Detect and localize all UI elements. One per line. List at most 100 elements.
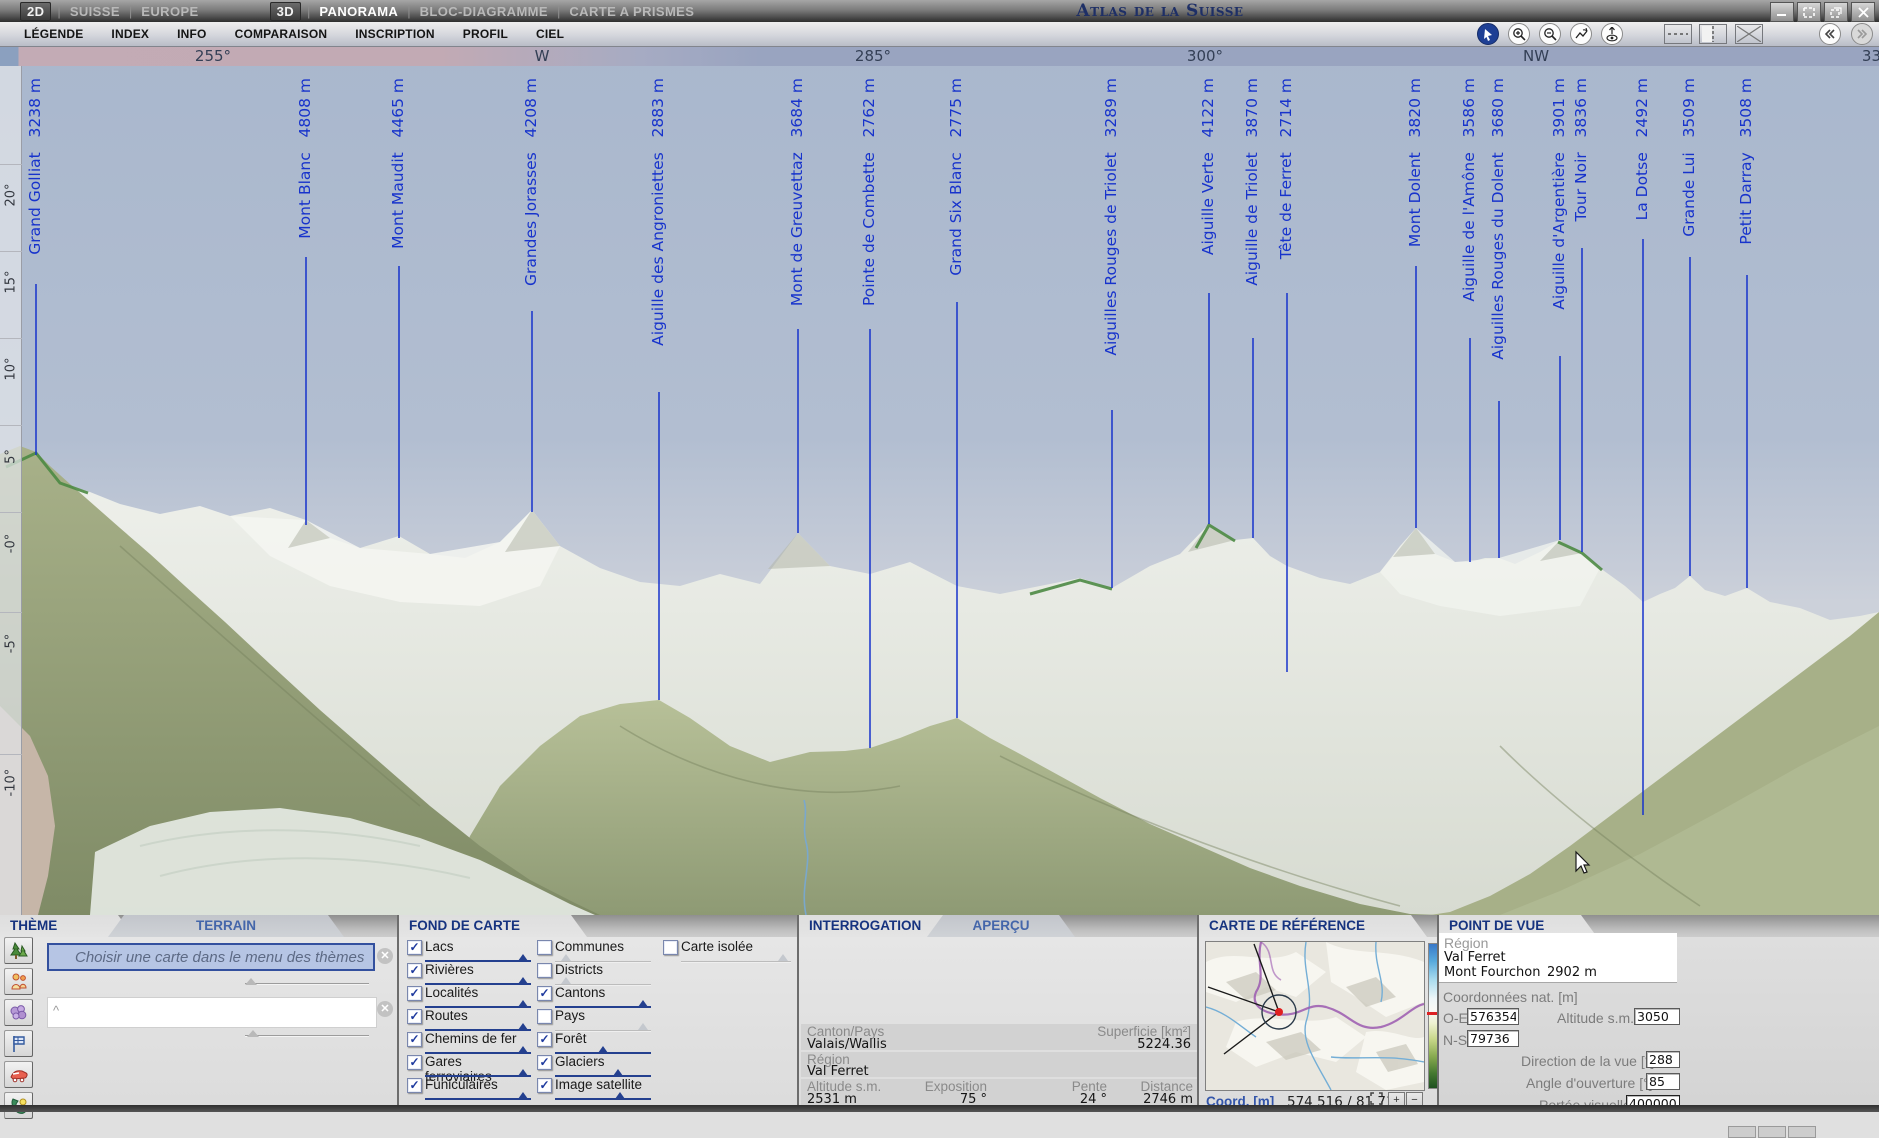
vp-ns-input[interactable] <box>1467 1030 1519 1047</box>
layer-opacity-slider[interactable] <box>555 1000 651 1008</box>
vp-oe-input[interactable] <box>1467 1008 1519 1025</box>
layer-opacity-slider[interactable] <box>425 1000 531 1008</box>
slider-handle[interactable] <box>518 954 528 961</box>
slider-handle[interactable] <box>778 954 788 961</box>
slider-handle[interactable] <box>518 1023 528 1030</box>
vp-alt-input[interactable] <box>1634 1008 1680 1025</box>
vp-angle-input[interactable] <box>1646 1073 1680 1090</box>
layer-opacity-slider[interactable] <box>555 1046 651 1054</box>
checkbox-image-satellite[interactable]: ✓ <box>537 1078 552 1093</box>
layer-opacity-slider[interactable] <box>425 1092 531 1100</box>
theme-slider-1[interactable] <box>245 979 369 987</box>
checkbox-communes[interactable] <box>537 940 552 955</box>
checkbox-rivieres[interactable]: ✓ <box>407 963 422 978</box>
slider-handle[interactable] <box>245 978 257 985</box>
slider-handle[interactable] <box>561 954 571 961</box>
slider-handle[interactable] <box>518 1069 528 1076</box>
layer-opacity-slider[interactable] <box>425 1069 531 1077</box>
layer-opacity-slider[interactable] <box>555 1023 651 1031</box>
layer-opacity-slider[interactable] <box>555 1092 651 1100</box>
tab-basemap[interactable]: FOND DE CARTE <box>399 915 587 937</box>
clear-theme-button[interactable]: ✕ <box>377 948 393 964</box>
layer-opacity-slider[interactable] <box>555 977 651 985</box>
history-forward-button[interactable] <box>1851 23 1873 45</box>
history-back-button[interactable] <box>1819 23 1841 45</box>
slider-handle[interactable] <box>518 977 528 984</box>
maximize-button[interactable] <box>1797 2 1821 22</box>
restore-button[interactable] <box>1824 2 1848 22</box>
layer-opacity-slider[interactable] <box>425 1023 531 1031</box>
close-button[interactable] <box>1851 2 1875 22</box>
checkbox-glaciers[interactable]: ✓ <box>537 1055 552 1070</box>
population-theme-button[interactable] <box>4 968 33 995</box>
tab-terrain[interactable]: TERRAIN <box>108 915 344 937</box>
slider-handle[interactable] <box>638 1023 648 1030</box>
theme-slider-2[interactable] <box>245 1031 369 1039</box>
checkbox-gares-ferroviaires[interactable]: ✓ <box>407 1055 422 1070</box>
menu-inscription[interactable]: INSCRIPTION <box>341 27 449 41</box>
theme-map-chooser[interactable]: Choisir une carte dans le menu des thème… <box>47 943 375 971</box>
tab-refmap[interactable]: CARTE DE RÉFÉRENCE <box>1199 915 1427 937</box>
menu-profil[interactable]: PROFIL <box>449 27 522 41</box>
partial-button[interactable] <box>1788 1126 1816 1138</box>
nav-item-europe[interactable]: EUROPE <box>132 4 207 19</box>
checkbox-funiculaires[interactable]: ✓ <box>407 1078 422 1093</box>
slider-handle[interactable] <box>518 1046 528 1053</box>
viewpoint-tool-button[interactable] <box>1601 23 1623 45</box>
reference-map[interactable] <box>1205 941 1425 1091</box>
nature-theme-button[interactable] <box>4 937 33 964</box>
partial-button[interactable] <box>1758 1126 1786 1138</box>
zoom-in-tool-button[interactable] <box>1508 23 1530 45</box>
checkbox-pays[interactable] <box>537 1009 552 1024</box>
tab-overview[interactable]: APERÇU <box>927 915 1075 937</box>
collapse-caret-icon[interactable]: ^ <box>53 1003 59 1018</box>
transport-theme-button[interactable] <box>4 1061 33 1088</box>
layer-opacity-slider[interactable] <box>555 1069 651 1077</box>
boundaries-theme-button[interactable] <box>4 1030 33 1057</box>
checkbox-cantons[interactable]: ✓ <box>537 986 552 1001</box>
slider-handle[interactable] <box>561 977 571 984</box>
slider-handle[interactable] <box>613 1069 623 1076</box>
checkbox-foret[interactable]: ✓ <box>537 1032 552 1047</box>
checkbox-carte-isolee[interactable] <box>663 940 678 955</box>
minimize-button[interactable] <box>1770 2 1794 22</box>
menu-legende[interactable]: LÉGENDE <box>10 27 97 41</box>
menu-index[interactable]: INDEX <box>97 27 163 41</box>
layer-opacity-slider[interactable] <box>425 977 531 985</box>
checkbox-routes[interactable]: ✓ <box>407 1009 422 1024</box>
slider-handle[interactable] <box>615 1092 625 1099</box>
checkbox-localites[interactable]: ✓ <box>407 986 422 1001</box>
nav-item-2d[interactable]: 2D <box>20 2 51 21</box>
layer-opacity-slider[interactable] <box>425 954 531 962</box>
layout-single-button[interactable] <box>1664 24 1692 44</box>
environment-theme-button[interactable] <box>4 999 33 1026</box>
theme-list-box[interactable]: ^ <box>47 997 377 1028</box>
nav-item-panorama[interactable]: PANORAMA <box>310 4 407 19</box>
nav-item-3d[interactable]: 3D <box>270 2 301 21</box>
nav-item-carte-a-prismes[interactable]: CARTE A PRISMES <box>560 4 703 19</box>
layer-opacity-slider[interactable] <box>555 954 651 962</box>
clear-list-button[interactable]: ✕ <box>377 1001 393 1017</box>
checkbox-lacs[interactable]: ✓ <box>407 940 422 955</box>
pan-view-tool-button[interactable] <box>1570 23 1592 45</box>
pointer-tool-button[interactable] <box>1477 23 1499 45</box>
checkbox-chemins-de-fer[interactable]: ✓ <box>407 1032 422 1047</box>
menu-ciel[interactable]: CIEL <box>522 27 578 41</box>
slider-handle[interactable] <box>247 1030 259 1037</box>
slider-handle[interactable] <box>518 1000 528 1007</box>
nav-item-bloc-diagramme[interactable]: BLOC-DIAGRAMME <box>411 4 557 19</box>
vp-direction-input[interactable] <box>1646 1051 1680 1068</box>
slider-handle[interactable] <box>518 1092 528 1099</box>
layer-opacity-slider[interactable] <box>425 1046 531 1054</box>
layout-cross-button[interactable] <box>1735 24 1763 44</box>
menu-comparaison[interactable]: COMPARAISON <box>221 27 342 41</box>
layer-opacity-slider[interactable] <box>681 954 791 962</box>
layout-split-button[interactable] <box>1699 24 1727 44</box>
nav-item-suisse[interactable]: SUISSE <box>61 4 129 19</box>
checkbox-districts[interactable] <box>537 963 552 978</box>
partial-button[interactable] <box>1728 1126 1756 1138</box>
slider-handle[interactable] <box>638 1000 648 1007</box>
zoom-out-tool-button[interactable] <box>1539 23 1561 45</box>
slider-handle[interactable] <box>598 1046 608 1053</box>
panorama-view[interactable]: 255°W285°300°NW330° 20°15°10°5°-0°-5°-10… <box>0 46 1879 915</box>
